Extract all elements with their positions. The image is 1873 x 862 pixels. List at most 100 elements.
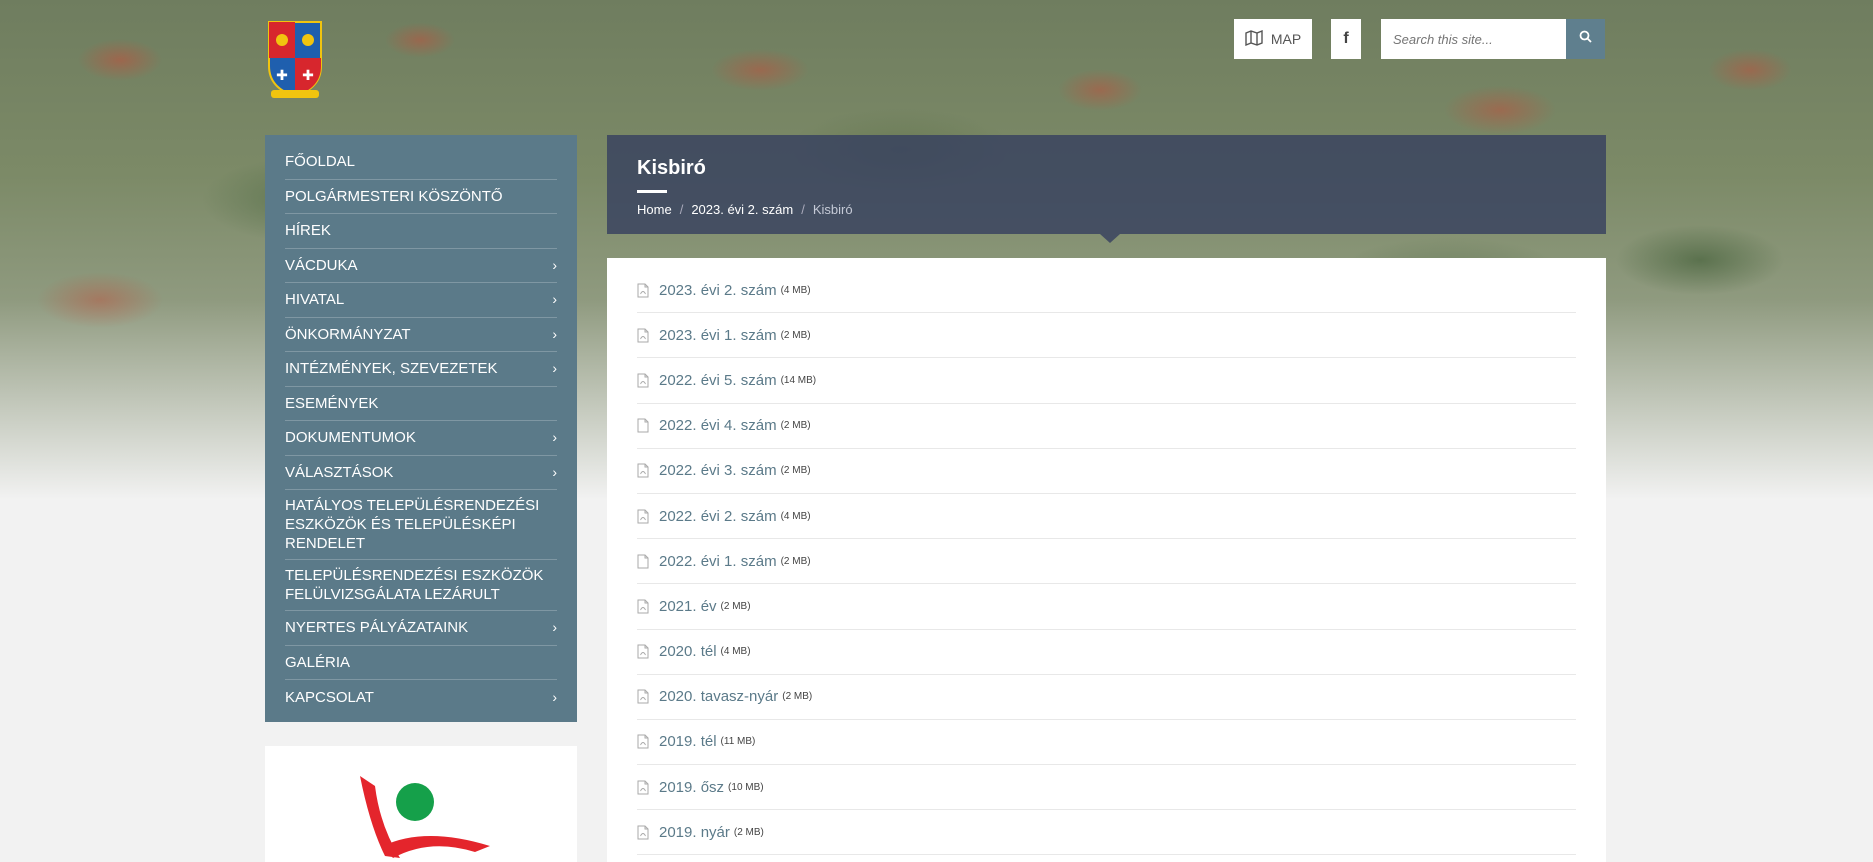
file-link[interactable]: 2019. tél [659,733,717,750]
breadcrumb: Home / 2023. évi 2. szám / Kisbiró [637,202,1576,217]
pdf-file-icon [637,373,659,388]
file-link[interactable]: 2020. tél [659,643,717,660]
file-list-item[interactable]: 2022. évi 4. szám (2 MB) [637,404,1576,449]
sidebar-item[interactable]: Hírek [285,214,557,249]
file-size: (4 MB) [720,646,751,658]
sidebar-item-label: Kapcsolat [285,688,374,706]
pdf-file-icon [637,283,659,298]
search-button[interactable] [1566,19,1605,59]
breadcrumb-current: Kisbiró [812,202,853,217]
pdf-file-icon [637,825,659,840]
file-link[interactable]: 2019. nyár [659,824,730,841]
sidebar-item[interactable]: Nyertes pályázataink › [285,611,557,646]
sidebar-item-label: Vácduka [285,256,358,274]
file-icon [637,418,659,433]
file-list-item[interactable]: 2021. év (2 MB) [637,584,1576,630]
sidebar-item[interactable]: Galéria [285,646,557,680]
chevron-right-icon: › [552,463,557,480]
sidebar-item[interactable]: Kapcsolat › [285,680,557,715]
sidebar-item[interactable]: Intézmények, szevezetek › [285,352,557,387]
sidebar-item[interactable]: Polgármesteri köszöntő [285,180,557,214]
sidebar-item-label: Önkormányzat [285,325,411,343]
facebook-button[interactable]: f [1331,19,1361,59]
breadcrumb-parent[interactable]: 2023. évi 2. szám [691,202,793,217]
file-list-item[interactable]: 2022. évi 2. szám (4 MB) [637,494,1576,540]
file-list-item[interactable]: 2023. évi 1. szám (2 MB) [637,313,1576,359]
file-size: (14 MB) [780,374,817,386]
page-header: Kisbiró Home / 2023. évi 2. szám / Kisbi… [607,135,1606,234]
file-link[interactable]: 2023. évi 1. szám [659,327,777,344]
sidebar-item-label: Hírek [285,222,331,240]
file-link[interactable]: 2022. évi 4. szám [659,417,777,434]
sidebar-item-label: Főoldal [285,153,356,171]
file-link[interactable]: 2022. évi 3. szám [659,462,777,479]
sidebar-item[interactable]: Dokumentumok › [285,421,557,456]
file-list-item[interactable]: 2022. évi 1. szám (2 MB) [637,539,1576,585]
sidebar-item[interactable]: Választások › [285,456,557,490]
file-link[interactable]: 2022. évi 5. szám [659,372,777,389]
map-icon [1245,29,1263,49]
file-size: (2 MB) [733,826,764,838]
sidebar-item-label: Településrendezési eszközök felülvizsgál… [285,567,544,603]
pdf-file-icon [637,689,659,704]
file-link[interactable]: 2019. ősz [659,779,724,796]
page-title: Kisbiró [637,157,706,179]
file-link[interactable]: 2021. év [659,598,717,615]
pdf-file-icon [637,644,659,659]
sidebar-item-label: Események [285,394,379,412]
file-link[interactable]: 2022. évi 1. szám [659,553,777,570]
search-icon [1579,30,1592,48]
sidebar-item[interactable]: Események [285,387,557,421]
sidebar-item[interactable]: Főoldal [285,145,557,180]
file-link[interactable]: 2022. évi 2. szám [659,508,777,525]
chevron-right-icon: › [552,619,557,636]
file-list-item[interactable]: 2020. tél (4 MB) [637,630,1576,675]
breadcrumb-separator: / [801,202,805,217]
file-size: (2 MB) [782,691,813,703]
map-label: MAP [1270,31,1302,47]
facebook-icon: f [1343,30,1349,47]
sidebar-item[interactable]: Önkormányzat › [285,318,557,352]
file-link[interactable]: 2020. tavasz-nyár [659,688,778,705]
sidebar-item-label: Hivatal [285,291,345,309]
sidebar-item-label: Galéria [285,653,351,671]
sidebar-item-label: Nyertes pályázataink [285,619,469,637]
search-input[interactable] [1381,19,1566,59]
sidebar-item[interactable]: Vácduka › [285,249,557,283]
svg-text:✚: ✚ [276,68,288,84]
file-link[interactable]: 2023. évi 2. szám [659,282,777,299]
svg-text:✚: ✚ [302,68,314,84]
sidebar-item-label: Választások [285,463,394,481]
chevron-right-icon: › [552,256,557,273]
sidebar-item[interactable]: Településrendezési eszközök felülvizsgál… [285,560,557,611]
chevron-right-icon: › [552,360,557,377]
sidebar-item-label: Intézmények, szevezetek [285,360,498,378]
pdf-file-icon [637,599,659,614]
file-icon [637,554,659,569]
breadcrumb-home[interactable]: Home [637,202,672,217]
sidebar-banner[interactable] [265,746,577,862]
coat-of-arms-logo[interactable]: ✚ ✚ [265,18,325,98]
chevron-right-icon: › [552,429,557,446]
map-button[interactable]: MAP [1234,19,1312,59]
pdf-file-icon [637,509,659,524]
file-list-item[interactable]: 2020. tavasz-nyár (2 MB) [637,675,1576,720]
sidebar-item[interactable]: Hivatal › [285,283,557,318]
file-size: (2 MB) [780,329,811,341]
file-list-item[interactable]: 2019. tél (11 MB) [637,720,1576,766]
title-underline [637,190,667,193]
file-list-item[interactable]: 2019. nyár (2 MB) [637,810,1576,856]
file-list-item[interactable]: 2022. évi 3. szám (2 MB) [637,449,1576,494]
file-list-item[interactable]: 2019. ősz (10 MB) [637,765,1576,811]
file-size: (2 MB) [720,600,751,612]
file-list-item[interactable]: 2023. évi 2. szám (4 MB) [637,268,1576,314]
file-size: (2 MB) [780,465,811,477]
sidebar-item[interactable]: Hatályos településrendezési eszközök és … [285,490,557,560]
file-list-item[interactable]: 2022. évi 5. szám (14 MB) [637,358,1576,404]
sidebar-item-label: Dokumentumok [285,429,416,447]
file-size: (4 MB) [780,284,811,296]
chevron-right-icon: › [552,325,557,342]
file-size: (4 MB) [780,510,811,522]
chevron-right-icon: › [552,291,557,308]
file-size: (2 MB) [780,420,811,432]
